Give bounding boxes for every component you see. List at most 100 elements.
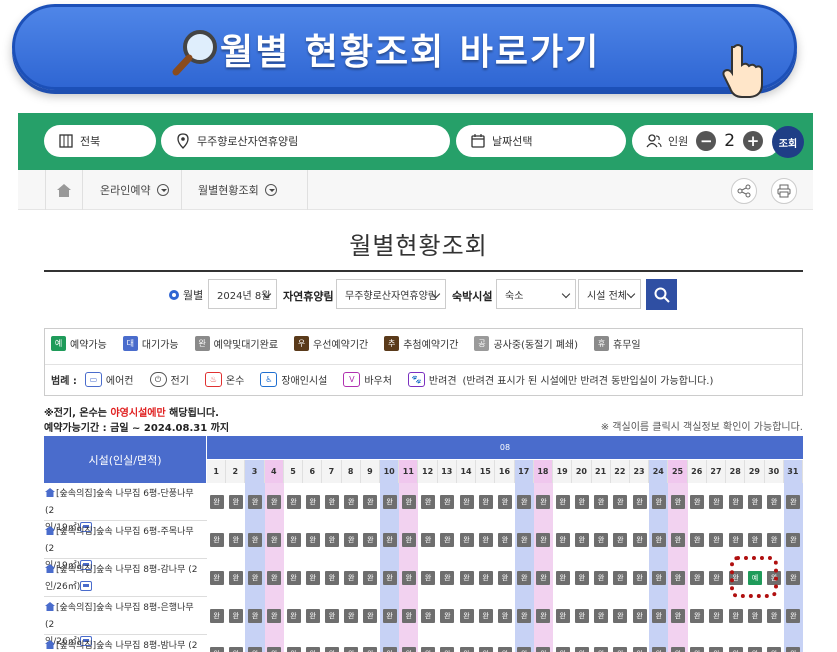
day-cell: 완 (495, 521, 515, 559)
booked-badge: 완 (401, 647, 416, 652)
day-header: 15 (476, 460, 496, 483)
booked-badge: 완 (248, 533, 263, 547)
day-cell: 완 (360, 521, 381, 559)
booked-badge: 완 (690, 647, 705, 652)
breadcrumb-online-reservation[interactable]: 온라인예약 (100, 170, 182, 210)
people-selector: 인원 − 2 + (632, 125, 780, 157)
day-cell: 완 (341, 521, 361, 559)
filter-search-button[interactable] (646, 279, 677, 310)
booked-badge: 완 (555, 533, 570, 547)
day-cell: 완 (706, 559, 727, 597)
month-select[interactable]: 2024년 8월 (208, 279, 277, 309)
day-cell: 완 (706, 597, 727, 635)
booked-badge: 완 (421, 533, 436, 547)
booked-badge: 완 (536, 533, 551, 547)
day-header: 23 (629, 460, 650, 483)
lodging-filter-label: 숙박시설 (452, 290, 493, 303)
day-header: 27 (706, 460, 727, 483)
monthly-radio-label: 월별 (183, 289, 204, 302)
day-cell: 완 (629, 521, 650, 559)
day-cell: 완 (649, 635, 669, 652)
booked-badge: 완 (517, 609, 532, 623)
table-row: [숲속의집]숲속 나무집 8평-감나무 (2 인/26㎡) 완 완 완 완 완 완 완 완 완 완 완 완… (44, 559, 803, 597)
day-cell: 완 (591, 483, 611, 521)
day-cell: 완 (245, 521, 265, 559)
booked-badge: 완 (651, 571, 666, 585)
legend-status-item: 우 우선예약기간 (294, 336, 368, 351)
booked-badge: 완 (478, 495, 493, 509)
day-cell: 완 (264, 521, 284, 559)
breadcrumb-monthly-status[interactable]: 월별현황조회 (198, 170, 308, 210)
day-cell: 완 (629, 597, 650, 635)
booked-badge: 완 (574, 609, 589, 623)
booked-badge: 완 (728, 495, 743, 509)
facility-name-link[interactable]: [숲속의집]숲속 나무집 8평-밤나무 (2 (44, 635, 207, 652)
day-cell: 완 (207, 521, 227, 559)
booked-badge: 완 (421, 571, 436, 585)
booked-badge: 완 (286, 571, 301, 585)
hot-water-icon: ♨ (204, 372, 222, 387)
lodging-select[interactable]: 숙소 (496, 279, 576, 309)
day-header: 25 (668, 460, 688, 483)
day-cell: 완 (226, 483, 246, 521)
day-header: 7 (322, 460, 342, 483)
legend-label: 전기 (170, 376, 189, 387)
day-cell: 완 (380, 597, 400, 635)
home-button[interactable] (45, 170, 83, 210)
day-cell: 완 (437, 597, 457, 635)
shortcut-banner[interactable]: 월별 현황조회 바로가기 (12, 4, 797, 98)
region-selector[interactable]: 전북 (44, 125, 156, 157)
booked-badge: 완 (478, 571, 493, 585)
day-cell: 완 (303, 483, 323, 521)
legend-label: 휴무일 (613, 340, 641, 351)
booked-badge: 완 (497, 609, 512, 623)
legend-hot-water: ♨ 온수 (204, 372, 244, 387)
people-plus-button[interactable]: + (743, 131, 764, 151)
facility-name-line1: [숲속의집]숲속 나무집 8평-감나무 (2 (56, 565, 198, 575)
day-cell: 완 (456, 483, 477, 521)
radio-selected-icon (169, 290, 179, 300)
legend-divider (45, 364, 802, 365)
monthly-radio[interactable]: 월별 (169, 279, 203, 311)
day-cell: 완 (399, 521, 419, 559)
day-cell: 완 (322, 521, 342, 559)
day-cell: 완 (207, 597, 227, 635)
search-submit-button[interactable]: 조회 (772, 126, 804, 158)
pointing-hand-icon (722, 44, 763, 98)
booked-badge: 완 (497, 571, 512, 585)
facility-name-link[interactable]: [숲속의집]숲속 나무집 6평-단풍나무 (2 인/19㎡) (44, 483, 207, 533)
day-cell: 완 (726, 483, 746, 521)
facility-name-link[interactable]: [숲속의집]숲속 나무집 8평-감나무 (2 인/26㎡) (44, 559, 207, 597)
booked-badge: 완 (305, 571, 320, 585)
share-button[interactable] (731, 178, 757, 204)
forest-select[interactable]: 무주향로산자연휴양림 (336, 279, 446, 309)
day-cell: 완 (476, 483, 496, 521)
day-header: 19 (553, 460, 573, 483)
day-cell: 완 (591, 521, 611, 559)
facility-name-link[interactable]: [숲속의집]숲속 나무집 8평-은행나무 (2 인/26㎡) (44, 597, 207, 647)
booked-badge: 완 (728, 533, 743, 547)
day-cell: 완 (476, 597, 496, 635)
day-cell: 완 (533, 483, 554, 521)
booked-badge: 완 (517, 647, 532, 652)
day-cell: 완 (514, 635, 534, 652)
date-selector[interactable]: 날짜선택 (456, 125, 626, 157)
day-cell: 완 (649, 559, 669, 597)
booked-badge: 완 (440, 571, 455, 585)
print-button[interactable] (771, 178, 797, 204)
booked-badge: 완 (286, 647, 301, 652)
day-header: 11 (399, 460, 419, 483)
facility-select[interactable]: 시설 전체 (578, 279, 641, 309)
facility-legend-title: 범례 : (51, 376, 77, 387)
people-minus-button[interactable]: − (696, 131, 717, 151)
booked-badge: 완 (363, 609, 378, 623)
booked-badge: 완 (517, 495, 532, 509)
day-header: 24 (649, 460, 669, 483)
day-header: 2 (226, 460, 246, 483)
day-cell: 완 (649, 597, 669, 635)
booked-badge: 완 (555, 647, 570, 652)
facility-name-link[interactable]: [숲속의집]숲속 나무집 6평-주목나무 (2 인/19㎡) (44, 521, 207, 571)
forest-selector[interactable]: 무주향로산자연휴양림 (161, 125, 450, 157)
booked-badge: 완 (632, 495, 647, 509)
day-cell: 완 (283, 635, 304, 652)
